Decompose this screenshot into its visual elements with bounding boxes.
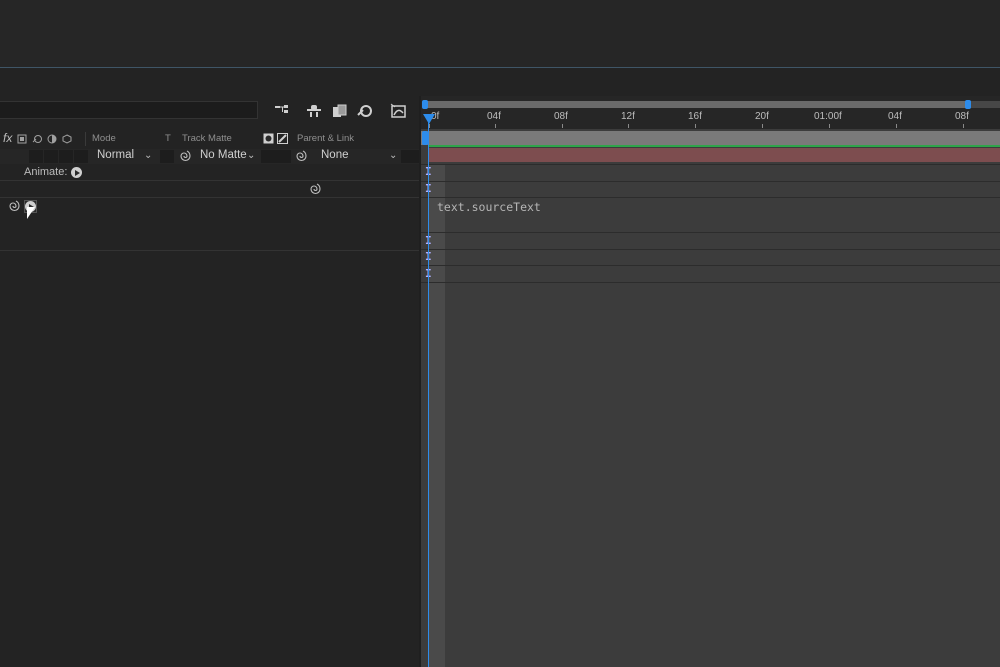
expression-pick-whip-icon[interactable]	[309, 183, 322, 195]
motion-blur-column-icon	[32, 135, 42, 143]
audio-switch[interactable]	[44, 150, 58, 163]
layer-duration-bar[interactable]	[428, 148, 1000, 162]
ruler-tick	[628, 124, 629, 128]
chevron-down-icon: ⌄	[144, 150, 153, 161]
ruler-tick	[695, 124, 696, 128]
ruler-tick	[562, 124, 563, 128]
ruler-tick	[829, 124, 830, 128]
timeline-row-divider	[421, 197, 1000, 198]
animate-label: Animate:	[24, 166, 68, 178]
track-matte-column-header: Track Matte	[182, 133, 232, 144]
timeline-row-divider	[421, 164, 1000, 165]
ruler-label: 16f	[688, 111, 702, 122]
ruler-label: 08f	[955, 111, 969, 122]
ruler-tick	[963, 124, 964, 128]
panel-border	[0, 67, 1000, 68]
timeline-row-divider	[421, 181, 1000, 182]
time-navigator-start-handle[interactable]	[422, 100, 428, 109]
t-column-header: T	[165, 133, 171, 144]
mode-column-header: Mode	[92, 133, 116, 144]
parent-pick-whip-icon[interactable]	[295, 150, 308, 162]
draft-3d-icon[interactable]	[305, 103, 323, 119]
track-matte-dropdown[interactable]: No Matte	[200, 149, 247, 161]
timeline-row-divider	[421, 232, 1000, 233]
ruler-label: 20f	[755, 111, 769, 122]
ruler-tick	[429, 124, 430, 128]
graph-editor-icon[interactable]	[390, 103, 408, 119]
column-separator	[85, 132, 86, 146]
layer-row-end-cell	[401, 150, 419, 163]
matte-switches[interactable]	[261, 150, 291, 163]
layer-in-point-line	[428, 145, 1000, 147]
animate-menu-button[interactable]	[71, 167, 82, 178]
composition-panel-top	[0, 0, 1000, 67]
pick-whip-icon[interactable]	[179, 150, 192, 162]
row-divider	[0, 197, 420, 198]
expression-editor-text[interactable]: text.sourceText	[437, 200, 541, 214]
timeline-row-divider	[421, 249, 1000, 250]
chevron-down-icon: ⌄	[389, 150, 398, 161]
lock-switch[interactable]	[74, 150, 88, 163]
row-divider	[0, 250, 420, 251]
current-time-indicator-line[interactable]	[428, 114, 429, 667]
ruler-label: 01:00f	[814, 111, 842, 122]
ruler-label: 04f	[888, 111, 902, 122]
ruler-tick	[896, 124, 897, 128]
matte-invert-icon	[277, 133, 288, 144]
frame-blending-icon[interactable]	[331, 103, 349, 119]
ruler-label: 04f	[487, 111, 501, 122]
timeline-row-divider	[421, 282, 1000, 283]
current-time-indicator-head[interactable]	[423, 114, 435, 124]
mouse-cursor-icon	[27, 207, 35, 219]
parent-dropdown[interactable]: None	[321, 149, 349, 161]
time-navigator-bar[interactable]	[426, 101, 1000, 108]
matte-alpha-icon	[263, 133, 274, 144]
chevron-down-icon: ⌄	[247, 150, 256, 161]
ruler-tick	[762, 124, 763, 128]
adjustment-layer-column-icon	[47, 134, 57, 144]
work-area-bar[interactable]	[421, 131, 1000, 145]
expression-pick-whip-icon[interactable]	[8, 200, 21, 212]
time-navigator-remainder	[971, 101, 1000, 108]
timeline-row-divider	[421, 265, 1000, 266]
row-divider	[0, 180, 420, 181]
ruler-tick	[495, 124, 496, 128]
visibility-switch[interactable]	[29, 150, 43, 163]
ruler-label: 12f	[621, 111, 635, 122]
solo-switch[interactable]	[59, 150, 73, 163]
frame-blending-column-icon	[17, 134, 27, 144]
3d-layer-column-icon	[62, 134, 72, 144]
motion-blur-icon[interactable]	[356, 103, 374, 119]
composition-flowchart-icon[interactable]	[273, 103, 291, 119]
parent-link-column-header: Parent & Link	[297, 133, 355, 144]
preserve-transparency-switch[interactable]	[160, 150, 174, 163]
layer-search-input[interactable]	[0, 101, 258, 119]
ruler-label: 08f	[554, 111, 568, 122]
fx-column-header: fx	[3, 131, 13, 145]
mode-dropdown[interactable]: Normal	[97, 149, 134, 161]
